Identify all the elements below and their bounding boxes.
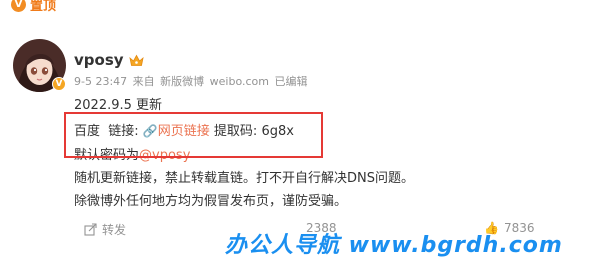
- post-line-date: 2022.9.5 更新: [74, 98, 163, 113]
- site-name: weibo.com: [209, 75, 270, 88]
- pinned-text: 置顶: [30, 0, 57, 14]
- verified-badge: V: [52, 77, 66, 91]
- client-name: 新版微博: [160, 75, 205, 88]
- share-icon: [84, 223, 97, 236]
- highlight-box: [64, 112, 323, 158]
- source-prefix: 来自: [132, 75, 155, 88]
- post-time[interactable]: 9-5 23:47: [74, 75, 127, 88]
- pinned-label: V 置顶: [11, 0, 56, 14]
- watermark: 办公人导航 www.bgrdh.com: [225, 233, 563, 258]
- pin-icon: V: [11, 0, 26, 12]
- post-notice-1: 随机更新链接，禁止转载直链。打不开自行解决DNS问题。: [74, 171, 414, 186]
- username[interactable]: vposy: [74, 51, 124, 69]
- post-notice-2: 除微博外任何地方均为假冒发布页，谨防受骗。: [74, 194, 348, 209]
- edited-label[interactable]: 已编辑: [275, 75, 308, 88]
- post-meta: 9-5 23:47 来自 新版微博 weibo.com 已编辑: [74, 73, 310, 89]
- crown-icon: [128, 54, 144, 66]
- username-row: vposy: [74, 51, 144, 69]
- repost-label: 转发: [102, 223, 127, 237]
- repost-button[interactable]: 转发: [84, 221, 126, 238]
